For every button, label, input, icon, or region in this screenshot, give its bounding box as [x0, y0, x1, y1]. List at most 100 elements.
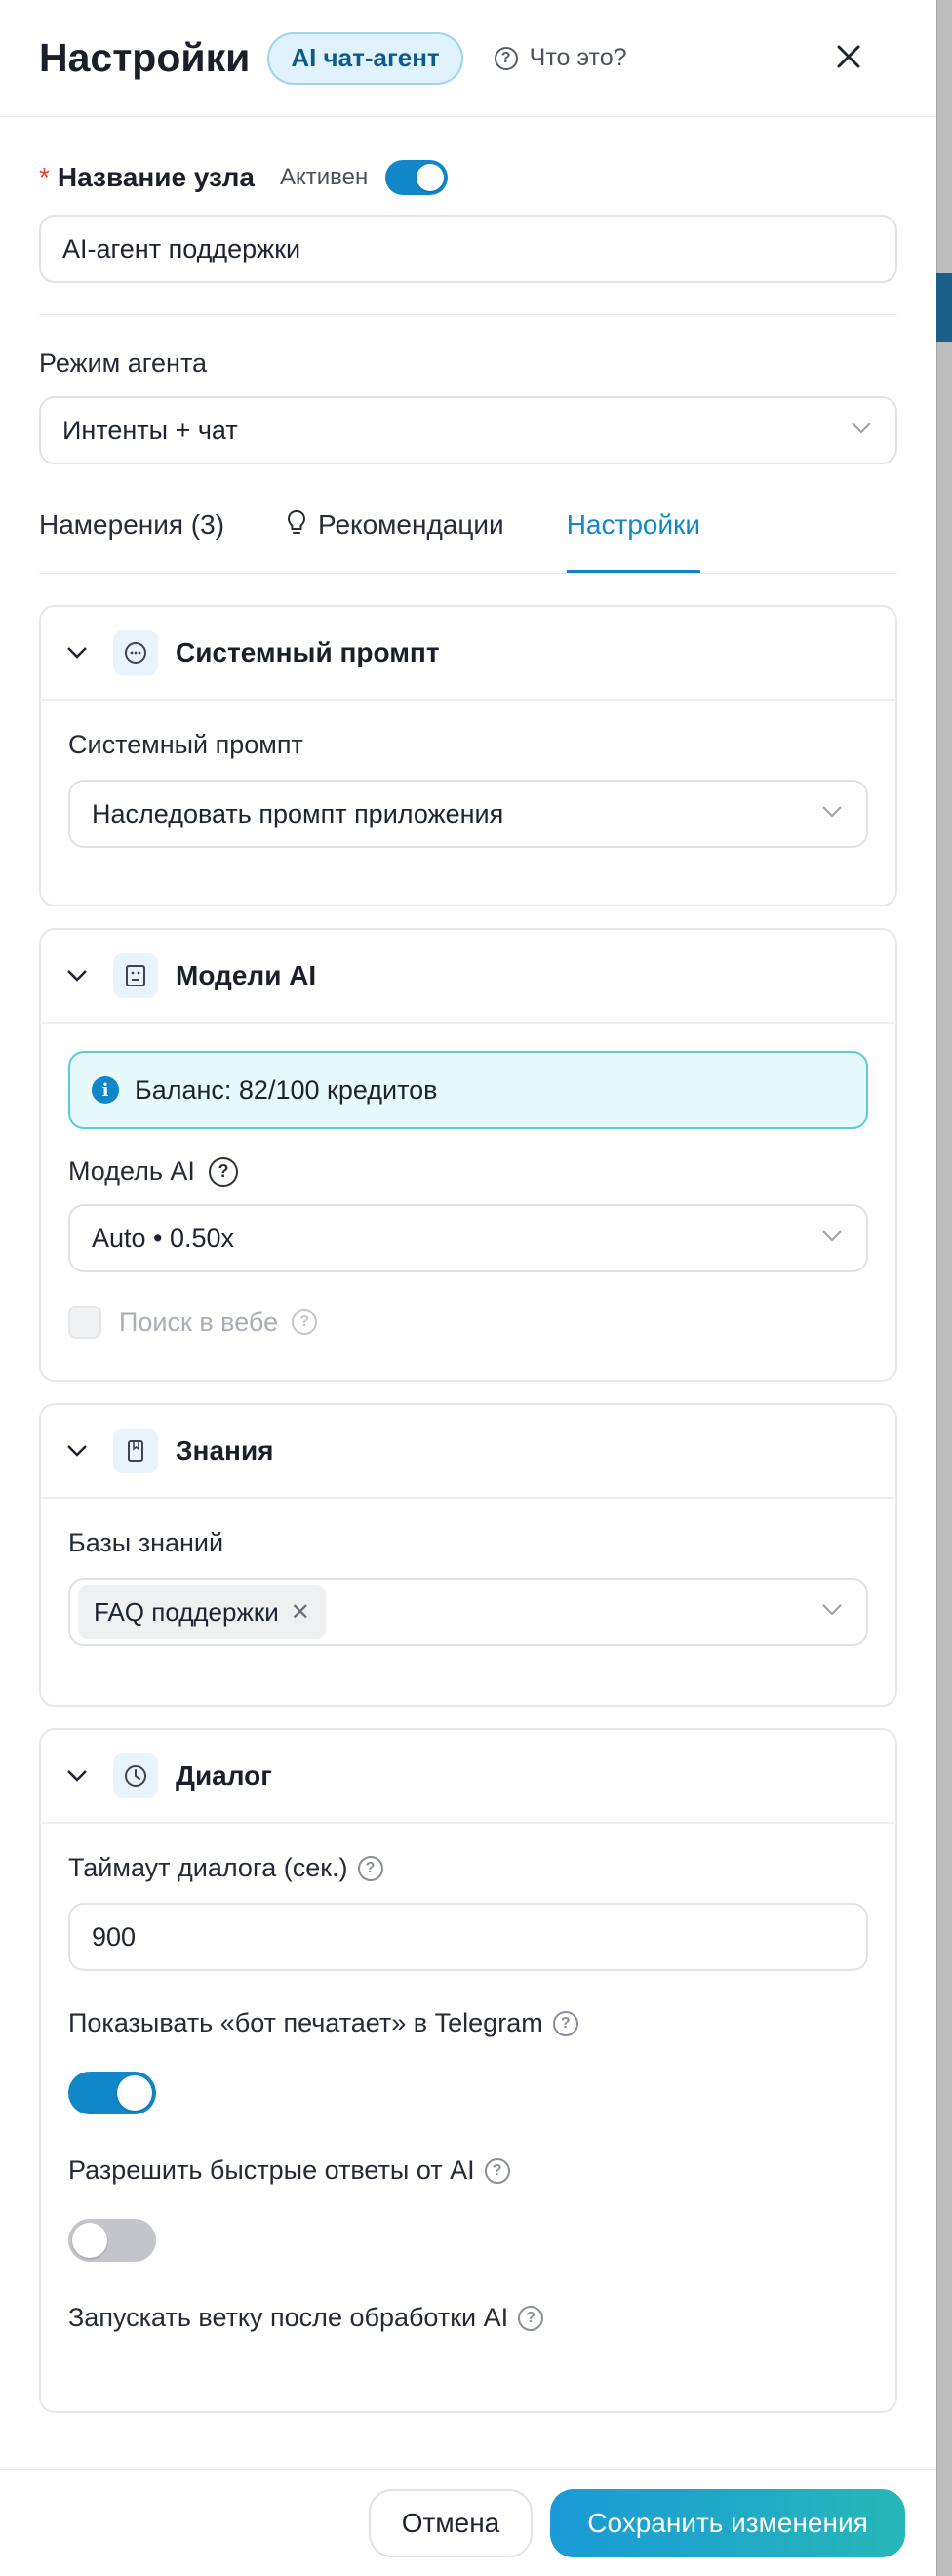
help-link[interactable]: ? Что это?: [494, 44, 627, 72]
quick-answers-label: Разрешить быстрые ответы от AI: [68, 2155, 475, 2185]
dialog-header[interactable]: Диалог: [41, 1730, 895, 1824]
background-app: [936, 0, 952, 2576]
panel-footer: Отмена Сохранить изменения: [0, 2469, 936, 2576]
dialog-body: Таймаут диалога (сек.) ? 900 Показывать …: [41, 1824, 895, 2411]
question-icon[interactable]: ?: [518, 2305, 544, 2331]
lightbulb-icon: [288, 509, 306, 534]
chevron-down-icon: [822, 806, 842, 818]
system-prompt-header[interactable]: Системный промпт: [41, 607, 895, 701]
knowledge-body: Базы знаний FAQ поддержки ✕: [41, 1499, 895, 1705]
quick-answers-toggle-row: [68, 2219, 868, 2262]
chevron-down-icon: [67, 970, 87, 982]
balance-text: Баланс: 82/100 кредитов: [135, 1074, 438, 1105]
timeout-label: Таймаут диалога (сек.): [68, 1853, 348, 1882]
web-search-checkbox[interactable]: [68, 1306, 101, 1339]
typing-toggle[interactable]: [68, 2072, 156, 2114]
dialog-title: Диалог: [176, 1760, 272, 1791]
toggle-knob: [117, 2075, 152, 2111]
system-prompt-body: Системный промпт Наследовать промпт прил…: [41, 701, 895, 905]
question-icon[interactable]: ?: [357, 1855, 383, 1881]
typing-label: Показывать «бот печатает» в Telegram: [68, 2008, 543, 2037]
settings-panel: Настройки AI чат-агент ? Что это? * Назв…: [0, 0, 936, 2576]
chevron-down-icon: [852, 423, 871, 434]
question-icon[interactable]: ?: [484, 2157, 510, 2184]
clock-icon: [113, 1753, 158, 1798]
info-icon: i: [92, 1076, 119, 1104]
divider: [39, 314, 897, 315]
ai-models-title: Модели AI: [176, 960, 317, 990]
tab-intents[interactable]: Намерения (3): [39, 503, 224, 573]
system-prompt-section: Системный промпт Системный промпт Наслед…: [39, 605, 897, 906]
toggle-knob: [72, 2223, 107, 2258]
tab-bar: Намерения (3) Рекомендации Настройки: [39, 503, 897, 574]
toggle-knob: [416, 164, 445, 191]
quick-answers-toggle[interactable]: [68, 2219, 156, 2262]
chevron-down-icon: [67, 647, 87, 659]
quick-answers-label-row: Разрешить быстрые ответы от AI ?: [68, 2155, 868, 2186]
node-name-value: AI-агент поддержки: [62, 233, 301, 263]
required-mark: *: [39, 162, 50, 192]
ai-model-label-row: Модель AI ?: [68, 1156, 868, 1187]
tab-recommendations[interactable]: Рекомендации: [287, 503, 504, 573]
knowledge-bases-select[interactable]: FAQ поддержки ✕: [68, 1578, 868, 1646]
panel-content: * Название узла Активен AI-агент поддерж…: [0, 156, 936, 2413]
balance-banner: i Баланс: 82/100 кредитов: [68, 1051, 868, 1129]
knowledge-title: Знания: [176, 1435, 274, 1466]
web-search-row: Поиск в вебе ?: [68, 1306, 868, 1339]
chevron-down-icon: [822, 1230, 842, 1242]
typing-toggle-row: [68, 2072, 868, 2114]
book-icon: [113, 1429, 158, 1473]
background-bar: [936, 273, 952, 342]
knowledge-section: Знания Базы знаний FAQ поддержки ✕: [39, 1403, 897, 1707]
panel-title: Настройки: [39, 35, 251, 80]
system-prompt-select[interactable]: Наследовать промпт приложения: [68, 780, 868, 848]
branch-label-row: Запускать ветку после обработки AI ?: [68, 2303, 868, 2333]
question-icon[interactable]: ?: [292, 1309, 318, 1335]
system-prompt-label: Системный промпт: [68, 730, 303, 759]
ai-model-select[interactable]: Auto • 0.50x: [68, 1204, 868, 1272]
panel-header: Настройки AI чат-агент ? Что это?: [0, 0, 936, 117]
knowledge-header[interactable]: Знания: [41, 1405, 895, 1499]
node-type-badge: AI чат-агент: [267, 31, 463, 85]
question-icon: ?: [494, 46, 518, 70]
ai-models-header[interactable]: Модели AI: [41, 930, 895, 1024]
timeout-value: 900: [92, 1921, 137, 1952]
timeout-label-row: Таймаут диалога (сек.) ?: [68, 1853, 868, 1883]
cancel-button[interactable]: Отмена: [369, 2488, 533, 2557]
chat-bubble-icon: [113, 630, 158, 675]
background-divider: [936, 0, 937, 2576]
ai-model-value: Auto • 0.50x: [92, 1223, 235, 1253]
node-name-label: Название узла: [57, 162, 255, 192]
tag-label: FAQ поддержки: [94, 1596, 279, 1627]
node-name-input[interactable]: AI-агент поддержки: [39, 215, 897, 283]
question-icon[interactable]: ?: [552, 2010, 578, 2036]
branch-label: Запускать ветку после обработки AI: [68, 2303, 509, 2332]
close-icon[interactable]: [829, 37, 868, 76]
web-search-label: Поиск в вебе: [119, 1307, 279, 1337]
typing-label-row: Показывать «бот печатает» в Telegram ?: [68, 2008, 868, 2038]
agent-mode-label: Режим агента: [39, 348, 208, 378]
chevron-down-icon: [67, 1770, 87, 1782]
system-prompt-value: Наследовать промпт приложения: [92, 798, 504, 828]
chevron-down-icon: [822, 1604, 842, 1616]
knowledge-base-tag: FAQ поддержки ✕: [78, 1585, 326, 1639]
tab-recommendations-label: Рекомендации: [318, 509, 504, 540]
tab-settings-label: Настройки: [566, 509, 700, 540]
chevron-down-icon: [67, 1445, 87, 1457]
dialog-section: Диалог Таймаут диалога (сек.) ? 900 Пока…: [39, 1728, 897, 2413]
active-toggle[interactable]: [385, 160, 449, 195]
active-label: Активен: [279, 164, 369, 190]
ai-models-section: Модели AI i Баланс: 82/100 кредитов Моде…: [39, 928, 897, 1382]
remove-tag-icon[interactable]: ✕: [291, 1598, 310, 1627]
tab-settings[interactable]: Настройки: [566, 503, 701, 573]
ai-model-label: Модель AI: [68, 1156, 195, 1186]
question-icon[interactable]: ?: [208, 1156, 238, 1187]
timeout-input[interactable]: 900: [68, 1903, 868, 1971]
help-link-label: Что это?: [529, 44, 627, 71]
agent-mode-select[interactable]: Интенты + чат: [39, 396, 897, 464]
knowledge-bases-label: Базы знаний: [68, 1528, 224, 1557]
tab-intents-label: Намерения (3): [39, 509, 225, 540]
robot-icon: [113, 953, 158, 998]
save-button[interactable]: Сохранить изменения: [550, 2488, 905, 2557]
ai-models-body: i Баланс: 82/100 кредитов Модель AI ? Au…: [41, 1024, 895, 1380]
